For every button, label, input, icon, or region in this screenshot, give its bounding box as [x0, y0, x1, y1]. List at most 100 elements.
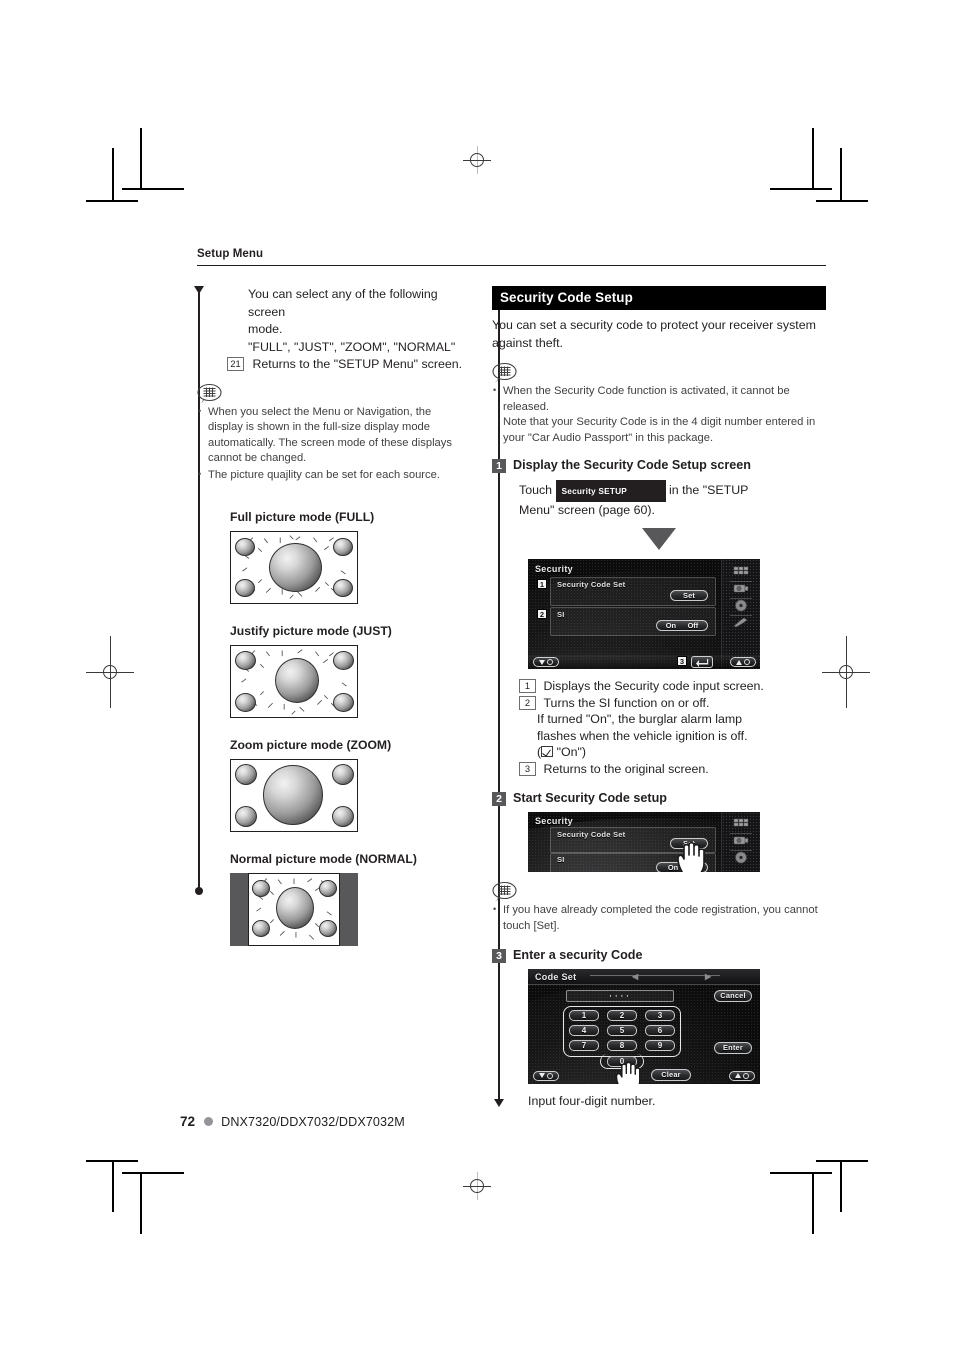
legend-default-text: "On"): [556, 745, 587, 760]
dot-icon: [547, 1072, 553, 1079]
dot-icon: [743, 1072, 749, 1079]
step-1-heading: 1 Display the Security Code Setup screen: [492, 458, 826, 474]
keypad-key-0[interactable]: 0: [607, 1055, 637, 1067]
footer-bullet-icon: [204, 1117, 214, 1126]
prev-arrow-icon[interactable]: ◀: [632, 972, 638, 981]
screen-side-icon-rail: [721, 812, 760, 873]
si-off-option[interactable]: Off: [688, 621, 699, 630]
touch-prefix: Touch: [519, 483, 553, 498]
security-setup-keycap[interactable]: Security SETUP: [555, 480, 666, 503]
triangle-up-icon: [735, 1073, 741, 1079]
triangle-down-icon: [539, 659, 545, 665]
si-off-option[interactable]: [694, 863, 696, 872]
running-head-title: Setup Menu: [197, 248, 264, 260]
screen-side-icon-rail: [721, 559, 760, 670]
legend-text: Turns the SI function on or off.: [543, 695, 710, 710]
page-footer: 72 DNX7320/DDX7032/DDX7032M: [180, 1114, 405, 1129]
ball-corner: [235, 806, 257, 828]
ball-corner: [332, 806, 354, 828]
clear-button[interactable]: Clear: [651, 1068, 691, 1081]
keypad-key-4[interactable]: 4: [569, 1024, 599, 1036]
flow-down-arrow-icon: [642, 528, 676, 551]
security-code-set-label: Security Code Set: [557, 580, 626, 590]
keypad-key-7[interactable]: 7: [569, 1039, 599, 1051]
step-2-heading: 2 Start Security Code setup: [492, 791, 826, 807]
scroll-down-button[interactable]: [533, 657, 559, 668]
security-notes-list: When the Security Code function is activ…: [492, 383, 826, 446]
ball-corner: [332, 764, 354, 786]
camera-icon[interactable]: [730, 581, 752, 600]
cancel-button[interactable]: Cancel: [714, 989, 752, 1002]
disc-icon[interactable]: [730, 598, 752, 617]
step-2-notes-list: If you have already completed the code r…: [492, 902, 826, 934]
code-set-screen-mockup: Code Set ◀ ▶ ···· Cancel 1 2 3 4 5 6 7 8…: [528, 968, 760, 1084]
step-2-note-item: If you have already completed the code r…: [492, 902, 826, 934]
return-item: 21 Returns to the "SETUP Menu" screen.: [227, 356, 469, 374]
disc-icon[interactable]: [730, 850, 752, 867]
keypad-key-8[interactable]: 8: [607, 1039, 637, 1051]
scroll-up-button[interactable]: [729, 1070, 755, 1081]
enter-button[interactable]: Enter: [714, 1041, 752, 1054]
legend-number: 2: [519, 695, 536, 710]
ball-large: [263, 765, 323, 826]
section-header-security-code-setup: Security Code Setup: [492, 286, 826, 310]
menu-grid-icon[interactable]: [730, 816, 752, 835]
set-button[interactable]: Set: [670, 838, 708, 850]
tools-icon[interactable]: [730, 615, 752, 632]
menu-grid-icon[interactable]: [730, 564, 752, 583]
page-number: 72: [180, 1114, 196, 1129]
set-button[interactable]: Set: [670, 590, 708, 602]
si-on-off-toggle[interactable]: On Off: [656, 620, 708, 632]
note-bubble-icon: [492, 881, 518, 902]
si-on-option[interactable]: On: [668, 863, 678, 872]
legend-number: 3: [519, 761, 536, 776]
registration-mark-left: [86, 636, 134, 708]
security-row-1-marker: 1: [537, 579, 547, 590]
si-on-off-toggle[interactable]: On: [656, 862, 708, 873]
section-intro: You can set a security code to protect y…: [492, 318, 816, 350]
picture-mode-illustration-zoom: [230, 759, 358, 833]
security-note-text-cont: Note that your Security Code is in the 4…: [503, 416, 816, 444]
triangle-down-icon: [539, 1073, 545, 1079]
dot-icon: [547, 659, 553, 666]
dot-icon: [744, 659, 750, 666]
legend-item-1: 1 Displays the Security code input scree…: [519, 678, 826, 695]
keypad-key-1[interactable]: 1: [569, 1009, 599, 1021]
left-notes-list: When you select the Menu or Navigation, …: [197, 403, 469, 484]
figure-zoom: Zoom picture mode (ZOOM): [230, 738, 469, 833]
camera-icon[interactable]: [730, 833, 752, 852]
scroll-down-button[interactable]: [533, 1070, 559, 1081]
figure-caption-normal: Normal picture mode (NORMAL): [230, 852, 417, 867]
code-set-title: Code Set: [535, 971, 577, 982]
keypad-key-2[interactable]: 2: [607, 1009, 637, 1021]
pillarbox-right: [340, 873, 358, 947]
return-button[interactable]: [691, 656, 713, 669]
next-arrow-icon[interactable]: ▶: [705, 972, 711, 981]
intro-line-1: You can select any of the following scre…: [248, 287, 438, 319]
keypad-key-6[interactable]: 6: [645, 1024, 675, 1036]
checkmark-icon: [541, 746, 554, 758]
intro-paragraph: You can select any of the following scre…: [248, 286, 469, 356]
screen-bottom-bar: [528, 655, 760, 670]
left-note-item: When you select the Menu or Navigation, …: [197, 403, 469, 467]
note-bubble-icon: [492, 362, 518, 383]
si-label: SI: [557, 855, 565, 865]
code-set-title-underline: [590, 974, 720, 977]
legend-text: Displays the Security code input screen.: [543, 679, 764, 694]
security-screen-title: Security: [535, 816, 573, 827]
scroll-up-button[interactable]: [730, 657, 756, 668]
keypad-key-9[interactable]: 9: [645, 1039, 675, 1051]
security-note-item: When the Security Code function is activ…: [492, 383, 826, 446]
security-note-text: When the Security Code function is activ…: [503, 385, 790, 413]
return-item-text: Returns to the "SETUP Menu" screen.: [252, 357, 463, 371]
keypad-key-3[interactable]: 3: [645, 1009, 675, 1021]
registration-mark-right: [822, 636, 870, 708]
figure-normal: Normal picture mode (NORMAL): [230, 852, 469, 947]
figure-just: Justify picture mode (JUST): [230, 624, 469, 719]
normal-inner-frame: [248, 873, 340, 947]
step-1-badge: 1: [492, 459, 506, 474]
keypad-key-5[interactable]: 5: [607, 1024, 637, 1036]
ball-corner: [235, 764, 257, 786]
legend-item-2: 2 Turns the SI function on or off. If tu…: [519, 695, 826, 761]
si-on-option[interactable]: On: [666, 621, 676, 630]
